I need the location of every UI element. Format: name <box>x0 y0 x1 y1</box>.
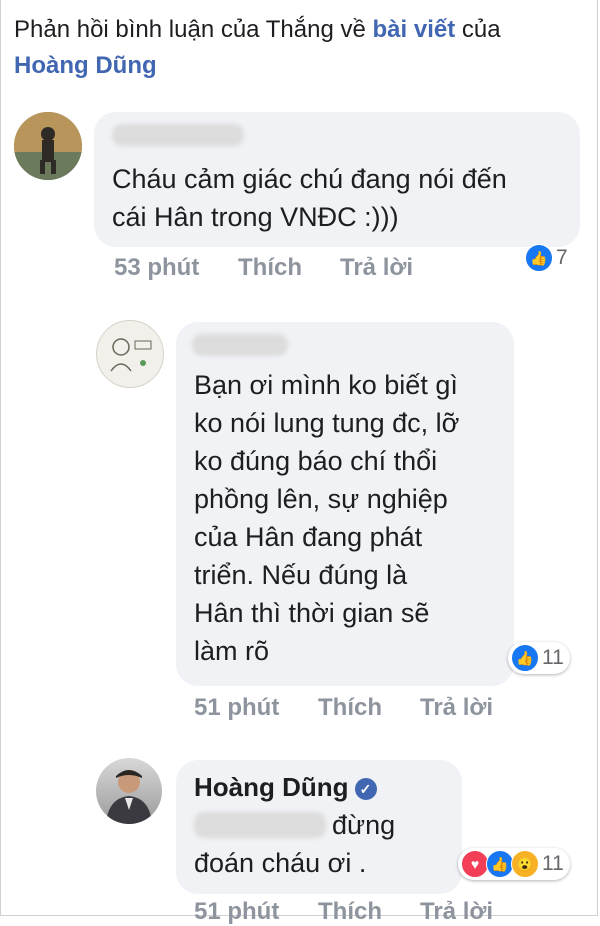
love-icon: ♥ <box>461 850 489 878</box>
comment-author[interactable]: Hoàng Dũng ✓ <box>194 772 377 803</box>
like-button[interactable]: Thích <box>318 898 382 926</box>
sketch-avatar-icon <box>110 338 152 372</box>
comment-text: đừng đoán cháu ơi . <box>194 806 395 882</box>
verified-badge-icon: ✓ <box>354 778 377 801</box>
header-prefix: Phản hồi bình luận của Thắng về <box>14 16 373 43</box>
avatar[interactable] <box>96 320 164 388</box>
avatar[interactable] <box>14 112 82 180</box>
header-middle: của <box>455 16 501 43</box>
reply-button[interactable]: Trả lời <box>420 694 493 722</box>
comment-time[interactable]: 51 phút <box>194 694 279 722</box>
author-link[interactable]: Hoàng Dũng <box>14 52 157 79</box>
like-button[interactable]: Thích <box>318 694 382 722</box>
person-photo-icon <box>14 112 82 180</box>
like-icon: 👍 <box>525 244 553 272</box>
comment-text: Cháu cảm giác chú đang nói đến cái Hân t… <box>112 164 507 232</box>
comment-text-line: đoán cháu ơi . <box>194 848 367 878</box>
redacted-name <box>112 124 244 146</box>
comment-time[interactable]: 53 phút <box>114 254 199 282</box>
reply-button[interactable]: Trả lời <box>420 898 493 926</box>
comment-text: Bạn ơi mình ko biết gì ko nói lung tung … <box>194 370 460 666</box>
reaction-count: 11 <box>542 852 564 875</box>
like-icon: 👍 <box>511 644 539 672</box>
reaction-count: 7 <box>556 246 568 269</box>
person-photo-icon <box>106 770 152 824</box>
author-name[interactable]: Hoàng Dũng <box>194 772 349 802</box>
redacted-name <box>192 334 288 356</box>
reply-button[interactable]: Trả lời <box>340 254 413 282</box>
avatar[interactable] <box>96 758 162 824</box>
like-icon: 👍 <box>486 850 514 878</box>
reaction-count: 11 <box>542 646 564 669</box>
reaction-summary[interactable]: 👍 11 <box>508 642 570 674</box>
wow-icon: 😮 <box>511 850 539 878</box>
reaction-summary[interactable]: 👍 7 <box>522 242 574 274</box>
reaction-summary[interactable]: ♥ 👍 😮 11 <box>458 848 570 880</box>
comment-text-line: đừng <box>332 810 396 840</box>
reply-thread-header: Phản hồi bình luận của Thắng về bài viết… <box>14 12 584 84</box>
post-link[interactable]: bài viết <box>373 16 456 43</box>
comment-time[interactable]: 51 phút <box>194 898 279 926</box>
like-button[interactable]: Thích <box>238 254 302 282</box>
